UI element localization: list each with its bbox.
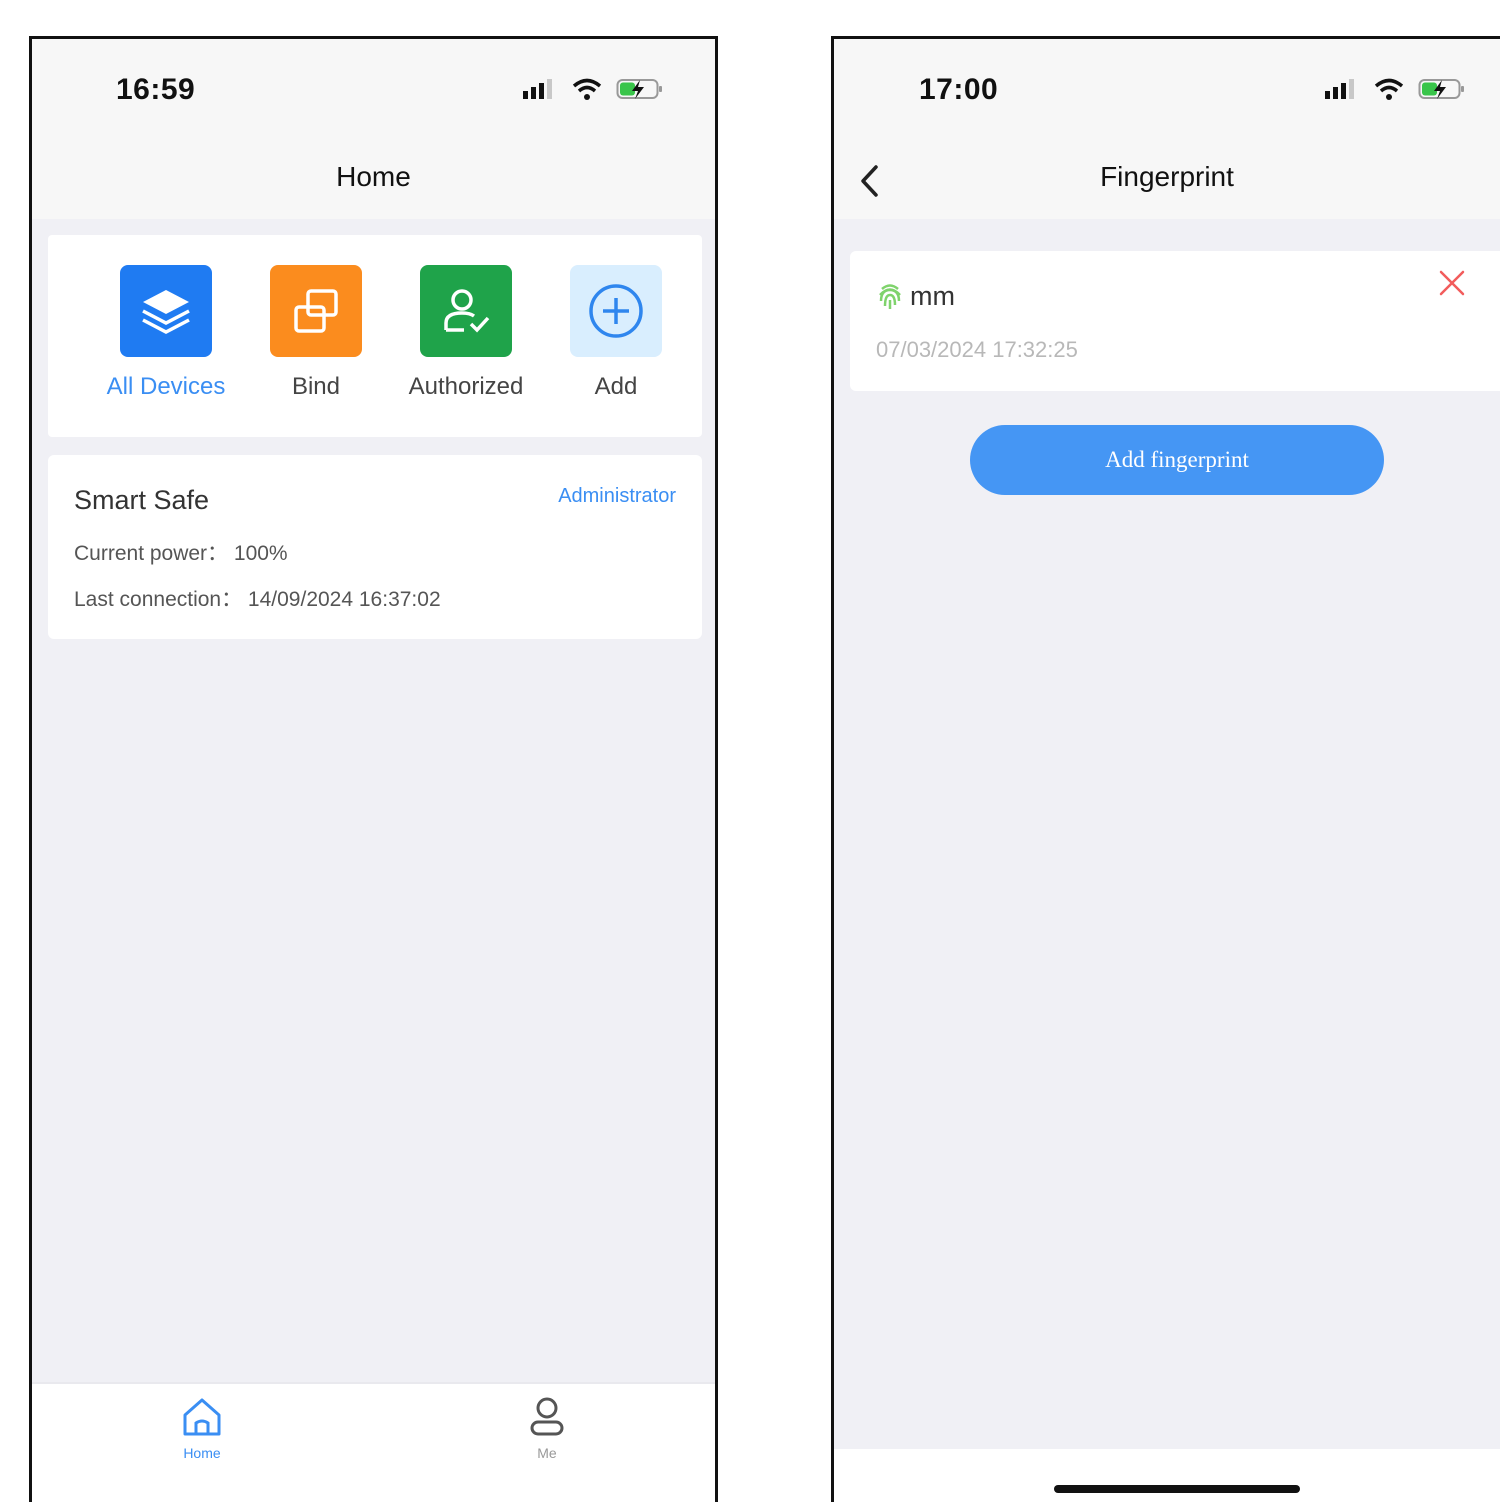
fingerprint-icon [879, 284, 901, 309]
quick-actions-panel: All Devices Bind Authorized Add [48, 235, 702, 437]
fingerprint-date: 07/03/2024 17:32:25 [876, 337, 1078, 362]
home-indicator-area [834, 1449, 1500, 1502]
home-screen: 16:59 Home All Devices Bind Authorized A… [29, 36, 718, 1502]
device-card[interactable]: Smart Safe Administrator Current power： … [48, 455, 702, 639]
all-devices-button[interactable]: All Devices [91, 265, 241, 401]
add-label: Add [594, 373, 638, 400]
add-fingerprint-button[interactable]: Add fingerprint [970, 425, 1384, 495]
signal-icon [1325, 79, 1354, 99]
tab-home[interactable]: Home [162, 1396, 242, 1461]
page-title: Fingerprint [1100, 161, 1234, 192]
home-icon [183, 1398, 221, 1436]
fingerprint-name: mm [910, 281, 955, 311]
layers-icon [120, 265, 212, 357]
tab-home-label: Home [183, 1445, 221, 1461]
tab-me[interactable]: Me [507, 1396, 587, 1461]
status-bar: 17:00 [834, 39, 1500, 139]
device-power: Current power： 100% [74, 542, 288, 565]
fingerprint-screen: 17:00 Fingerprint mm 07/03/2024 17:32:25… [831, 36, 1500, 1502]
status-time: 17:00 [919, 73, 999, 106]
device-name: Smart Safe [74, 485, 210, 515]
copy-squares-icon [270, 265, 362, 357]
plus-circle-icon [570, 265, 662, 357]
fingerprint-card[interactable]: mm 07/03/2024 17:32:25 [850, 251, 1500, 391]
battery-charging-icon [1418, 79, 1464, 99]
signal-icon [523, 79, 552, 99]
battery-charging-icon [616, 79, 662, 99]
user-check-icon [420, 265, 512, 357]
status-bar: 16:59 [32, 39, 715, 139]
device-role-badge: Administrator [558, 485, 676, 507]
wifi-icon [1374, 78, 1404, 100]
page-title: Home [336, 161, 411, 192]
status-icons [522, 77, 664, 101]
nav-bar: Home [32, 139, 715, 219]
person-icon [530, 1397, 564, 1436]
nav-bar: Fingerprint [834, 139, 1500, 219]
add-button[interactable]: Add [541, 265, 691, 401]
bind-button[interactable]: Bind [241, 265, 391, 401]
authorized-button[interactable]: Authorized [391, 265, 541, 401]
authorized-label: Authorized [408, 373, 524, 400]
tab-me-label: Me [537, 1445, 557, 1461]
bind-label: Bind [291, 373, 341, 400]
all-devices-label: All Devices [106, 373, 226, 400]
tab-bar: Home Me [32, 1382, 715, 1502]
device-last-connection: Last connection： 14/09/2024 16:37:02 [74, 588, 441, 611]
status-time: 16:59 [116, 73, 196, 106]
wifi-icon [572, 78, 602, 100]
status-icons [1324, 77, 1466, 101]
delete-close-icon[interactable] [1438, 269, 1466, 297]
home-indicator[interactable] [1054, 1485, 1300, 1493]
